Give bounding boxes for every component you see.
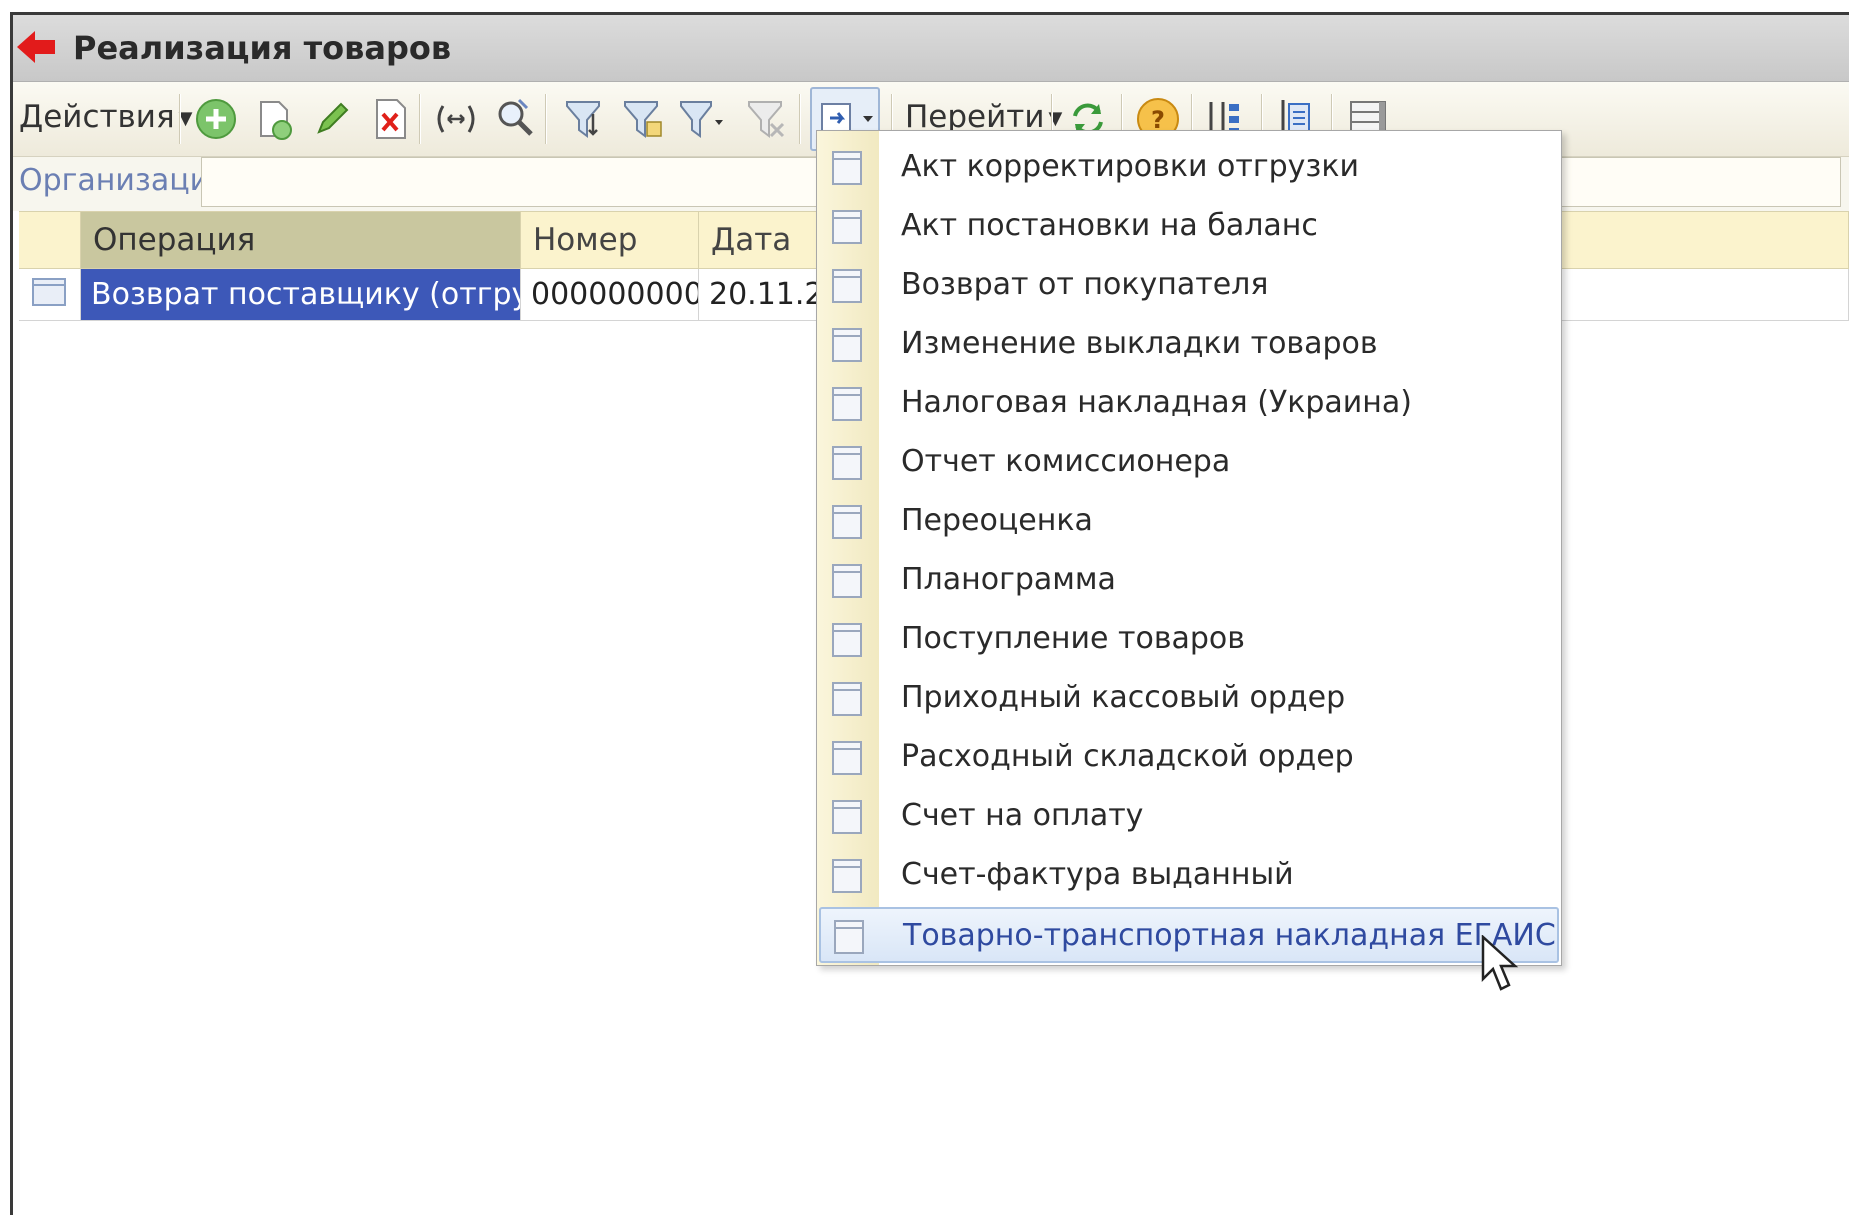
filter-icon[interactable] [559, 94, 609, 144]
row-icon-cell [19, 269, 81, 321]
menu-item-label: Счет на оплату [901, 798, 1144, 833]
filter-by-value-icon[interactable] [617, 94, 667, 144]
document-icon [832, 446, 862, 480]
toolbar-separator [419, 94, 421, 144]
edit-icon[interactable] [307, 94, 357, 144]
table-header-icon-column [19, 211, 81, 269]
menu-item[interactable]: Счет-фактура выданный [819, 848, 1559, 904]
document-icon [832, 210, 862, 244]
menu-item[interactable]: Изменение выкладки товаров [819, 317, 1559, 373]
menu-item-label: Товарно-транспортная накладная ЕГАИС [903, 918, 1556, 953]
menu-item-label: Отчет комиссионера [901, 444, 1231, 479]
back-arrow-icon[interactable] [15, 27, 59, 67]
clear-filter-icon[interactable] [741, 94, 791, 144]
document-icon [832, 564, 862, 598]
menu-item[interactable]: Отчет комиссионера [819, 435, 1559, 491]
chevron-down-icon [863, 116, 873, 122]
menu-item[interactable]: Товарно-транспортная накладная ЕГАИС [819, 907, 1559, 963]
document-list-window: Реализация товаров Действия ▼ Перейти ▼ … [10, 12, 1849, 1215]
document-icon [832, 505, 862, 539]
copy-icon[interactable] [249, 94, 299, 144]
cell-number[interactable]: 0000000001 [521, 269, 699, 321]
menu-item-label: Планограмма [901, 562, 1116, 597]
toolbar-separator [179, 94, 181, 144]
range-icon[interactable] [431, 94, 481, 144]
menu-item[interactable]: Приходный кассовый ордер [819, 671, 1559, 727]
document-icon [832, 387, 862, 421]
delete-icon[interactable] [365, 94, 415, 144]
column-header-number[interactable]: Номер [521, 211, 699, 269]
cell-operation[interactable]: Возврат поставщику (отгрузкой) [81, 269, 521, 321]
column-header-operation[interactable]: Операция [81, 211, 521, 269]
menu-item[interactable]: Налоговая накладная (Украина) [819, 376, 1559, 432]
document-icon [832, 623, 862, 657]
window-title: Реализация товаров [73, 29, 452, 67]
menu-item[interactable]: Счет на оплату [819, 789, 1559, 845]
menu-item[interactable]: Акт корректировки отгрузки [819, 140, 1559, 196]
menu-item-label: Налоговая накладная (Украина) [901, 385, 1412, 420]
document-icon [832, 741, 862, 775]
menu-item[interactable]: Переоценка [819, 494, 1559, 550]
document-icon [32, 278, 66, 306]
toolbar-separator [799, 94, 801, 144]
find-icon[interactable] [489, 94, 539, 144]
menu-item[interactable]: Возврат от покупателя [819, 258, 1559, 314]
mouse-cursor-icon [1481, 935, 1519, 991]
actions-menu-label: Действия [19, 99, 175, 135]
menu-item-label: Приходный кассовый ордер [901, 680, 1346, 715]
actions-menu-button[interactable]: Действия ▼ [19, 99, 192, 135]
menu-item-label: Изменение выкладки товаров [901, 326, 1378, 361]
document-icon [832, 269, 862, 303]
menu-item-label: Счет-фактура выданный [901, 857, 1294, 892]
menu-item[interactable]: Планограмма [819, 553, 1559, 609]
document-icon [834, 920, 864, 954]
menu-item[interactable]: Акт постановки на баланс [819, 199, 1559, 255]
title-bar: Реализация товаров [13, 15, 1849, 82]
menu-item-label: Переоценка [901, 503, 1093, 538]
document-icon [832, 800, 862, 834]
menu-item-label: Акт постановки на баланс [901, 208, 1318, 243]
menu-item-label: Поступление товаров [901, 621, 1245, 656]
menu-item-label: Расходный складской ордер [901, 739, 1354, 774]
filter-menu-icon[interactable] [675, 94, 725, 144]
document-icon [832, 328, 862, 362]
document-icon [832, 859, 862, 893]
create-based-on-menu: Акт корректировки отгрузки Акт постановки… [816, 130, 1562, 966]
document-icon [832, 151, 862, 185]
menu-item-label: Акт корректировки отгрузки [901, 149, 1359, 184]
add-icon[interactable] [191, 94, 241, 144]
toolbar-separator [545, 94, 547, 144]
document-icon [832, 682, 862, 716]
menu-item[interactable]: Расходный складской ордер [819, 730, 1559, 786]
menu-item-label: Возврат от покупателя [901, 267, 1269, 302]
menu-item[interactable]: Поступление товаров [819, 612, 1559, 668]
